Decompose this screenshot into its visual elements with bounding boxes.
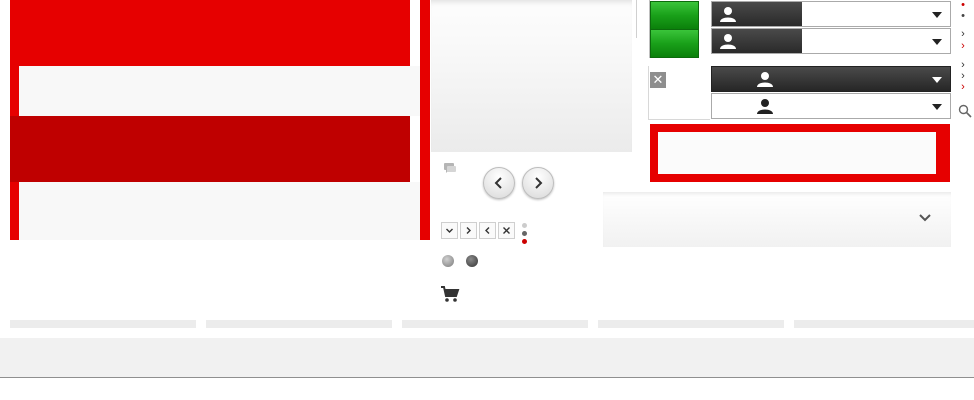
- chevron-down-icon: [932, 12, 942, 18]
- close-icon: [503, 227, 510, 234]
- prev-button[interactable]: [479, 222, 496, 239]
- close-button[interactable]: [498, 222, 515, 239]
- image-placeholder: [431, 0, 632, 152]
- green-button-1[interactable]: [650, 1, 699, 30]
- red-divider: [420, 0, 430, 240]
- footer-bar: [0, 338, 974, 378]
- red-highlight-row[interactable]: [10, 116, 410, 182]
- chevron-left-icon: [485, 227, 490, 234]
- tab-2[interactable]: [206, 320, 392, 328]
- close-icon[interactable]: ✕: [650, 72, 666, 88]
- cart-icon[interactable]: [440, 285, 460, 303]
- user-select-1[interactable]: [711, 1, 951, 27]
- status-indicator-light: [442, 255, 454, 267]
- chevron-left-icon: [494, 177, 502, 189]
- user-select-dark-segment: [712, 29, 802, 53]
- user-icon: [757, 72, 773, 87]
- chevron-down-icon: [932, 77, 942, 83]
- pager-dot-3[interactable]: [522, 239, 527, 244]
- tab-5[interactable]: [794, 320, 974, 328]
- user-select-2[interactable]: [711, 28, 951, 54]
- chevron-down-icon: [932, 104, 942, 110]
- dot-grey-icon: •: [961, 10, 965, 22]
- green-button-2[interactable]: [650, 29, 699, 58]
- red-box-gap: [932, 132, 936, 174]
- chevron-right-red-icon[interactable]: ›: [958, 82, 968, 93]
- user-select-4[interactable]: [711, 93, 951, 119]
- chevron-right-icon: [466, 227, 471, 234]
- chevron-right-icon[interactable]: ›: [958, 71, 968, 82]
- red-header-block: [10, 0, 410, 66]
- chat-icon[interactable]: [442, 160, 458, 176]
- user-icon: [720, 34, 736, 49]
- pager-dot-1[interactable]: [522, 223, 527, 228]
- chevron-right-icon[interactable]: ›: [958, 29, 968, 40]
- tab-4[interactable]: [598, 320, 784, 328]
- user-select-dark-segment: [712, 2, 802, 26]
- next-button[interactable]: [460, 222, 477, 239]
- expand-button[interactable]: [441, 222, 458, 239]
- content-row-2[interactable]: [19, 182, 421, 240]
- content-row-1[interactable]: [19, 66, 421, 116]
- user-icon: [720, 7, 736, 22]
- highlighted-input-box[interactable]: [650, 124, 940, 182]
- search-icon[interactable]: [958, 104, 972, 118]
- tab-1[interactable]: [10, 320, 196, 328]
- carousel-next-button[interactable]: [522, 167, 554, 199]
- panel-divider: [636, 0, 637, 38]
- pager-dot-2[interactable]: [522, 231, 527, 236]
- user-icon: [757, 99, 773, 114]
- dot-red-icon: •: [961, 0, 965, 11]
- tab-3[interactable]: [402, 320, 588, 328]
- chevron-right-red-icon[interactable]: ›: [958, 41, 968, 52]
- chevron-down-icon: [919, 214, 931, 222]
- chevron-right-icon: [535, 177, 543, 189]
- chevron-down-icon: [932, 39, 942, 45]
- user-select-3[interactable]: [711, 66, 951, 92]
- chevron-down-icon: [446, 228, 453, 233]
- accordion-panel[interactable]: [603, 192, 951, 247]
- red-box-edge: [940, 124, 950, 182]
- status-indicator-dark: [466, 255, 478, 267]
- chevron-right-icon[interactable]: ›: [958, 60, 968, 71]
- carousel-prev-button[interactable]: [483, 167, 515, 199]
